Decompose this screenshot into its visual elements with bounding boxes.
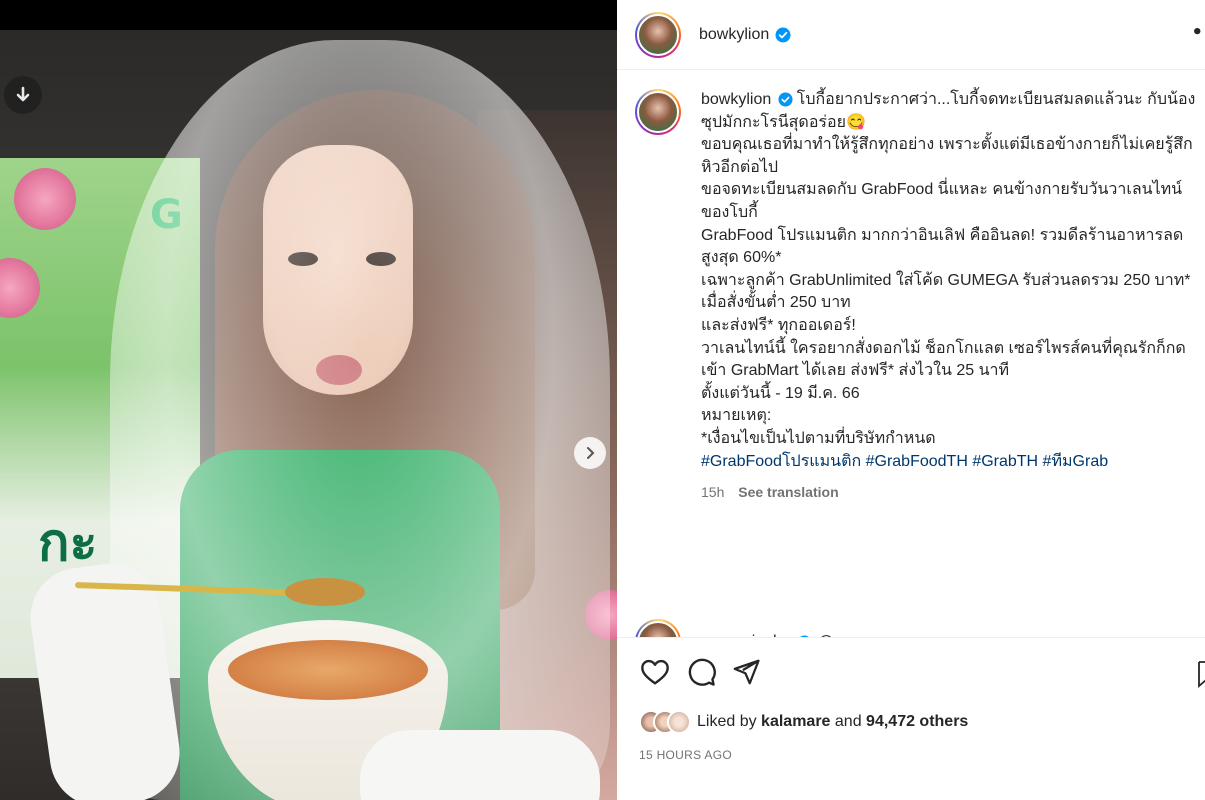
liker-avatar[interactable]	[667, 710, 691, 734]
likes-text: Liked by kalamare and 94,472 others	[697, 713, 968, 731]
glove-right	[360, 730, 600, 800]
bookmark-icon[interactable]	[1197, 660, 1205, 688]
caption-hashtags[interactable]: #GrabFoodโปรแมนติก #GrabFoodTH #GrabTH #…	[701, 451, 1201, 474]
post-timestamp[interactable]: 15 HOURS AGO	[639, 748, 732, 762]
soup	[228, 640, 428, 700]
next-photo-button[interactable]	[574, 437, 606, 469]
comments-area: bowkylion โบกี้อยากประกาศว่า...โบกี้จดทะ…	[617, 71, 1205, 637]
caption-line: GrabFood โปรแมนติก มากกว่าอินเลิฟ คืออิน…	[701, 226, 1184, 267]
likes-liker[interactable]: kalamare	[761, 713, 830, 730]
caption-avatar[interactable]	[635, 89, 681, 135]
likes-row: Liked by kalamare and 94,472 others	[639, 710, 968, 734]
caption-line: *เงื่อนไขเป็นไปตามที่บริษัทกำหนด	[701, 429, 936, 447]
see-translation-button[interactable]: See translation	[738, 484, 838, 500]
spoon-head	[285, 578, 365, 606]
caption-line: และส่งฟรี* ทุกออเดอร์!	[701, 316, 856, 334]
comment-avatar[interactable]	[635, 619, 681, 637]
caption-line: เฉพาะลูกค้า GrabUnlimited ใส่โค้ด GUMEGA…	[701, 271, 1195, 312]
likes-others[interactable]: 94,472 others	[866, 713, 968, 730]
post-header: bowkylion •	[617, 0, 1205, 70]
more-options-icon[interactable]: •	[1191, 22, 1203, 43]
download-arrow-icon	[16, 86, 30, 102]
caption-line: หมายเหตุ:	[701, 407, 772, 425]
caption-line: โบกี้อยากประกาศว่า...โบกี้จดทะเบียนสมลดแ…	[701, 91, 1196, 131]
like-heart-icon[interactable]	[639, 656, 671, 688]
caption-time: 15h	[701, 484, 725, 501]
caption-line: ตั้งแต่วันนี้ - 19 มี.ค. 66	[701, 384, 860, 402]
top-strip	[0, 0, 617, 30]
chevron-right-icon	[587, 447, 595, 459]
caption-meta: 15h See translation	[701, 481, 1201, 504]
likes-prefix: Liked by	[697, 713, 757, 730]
caption: bowkylion โบกี้อยากประกาศว่า...โบกี้จดทะ…	[635, 89, 1205, 504]
caption-line: ขอจดทะเบียนสมลดกับ GrabFood นี่แหละ คนข้…	[701, 181, 1183, 221]
header-username[interactable]: bowkylion	[699, 26, 769, 44]
caption-line: วาเลนไทน์นี้ ใครอยากสั่งดอกไม้ ช็อกโกแลต…	[701, 339, 1186, 380]
action-icons	[639, 656, 761, 688]
post-panel: bowkylion • bowkylion โบกี้อยากประกาศว่า…	[617, 0, 1205, 800]
verified-badge-icon	[775, 27, 791, 42]
avatar[interactable]	[635, 11, 681, 58]
caption-username[interactable]: bowkylion	[701, 91, 771, 108]
caption-line: ขอบคุณเธอที่มาทำให้รู้สึกทุกอย่าง เพราะต…	[701, 136, 1193, 176]
download-button[interactable]	[4, 76, 42, 114]
actions-bar: Liked by kalamare and 94,472 others 15 H…	[617, 637, 1205, 800]
likes-joiner: and	[834, 713, 862, 730]
share-paper-plane-icon[interactable]	[731, 657, 761, 687]
post-photo[interactable]: G กะ	[0, 30, 617, 800]
comment-row: sanyasinghe 😍	[635, 619, 835, 637]
rose-decoration	[14, 168, 76, 230]
verified-badge-icon	[778, 92, 793, 107]
comment-bubble-icon[interactable]	[685, 656, 717, 688]
caption-line-first: bowkylion โบกี้อยากประกาศว่า...โบกี้จดทะ…	[701, 89, 1201, 134]
caption-body: bowkylion โบกี้อยากประกาศว่า...โบกี้จดทะ…	[701, 89, 1201, 504]
